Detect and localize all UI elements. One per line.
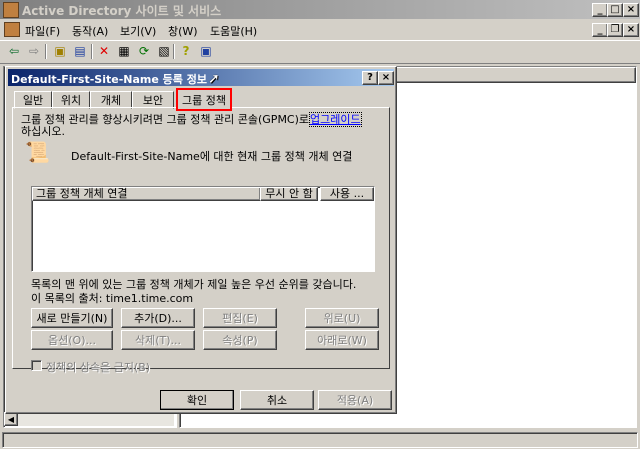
- forward-icon[interactable]: ⇨: [26, 43, 42, 59]
- back-icon[interactable]: ⇦: [6, 43, 22, 59]
- menu-window[interactable]: 창(W): [168, 23, 198, 39]
- show-tree-icon[interactable]: ▤: [72, 43, 88, 59]
- gpo-scroll-icon: 📜: [25, 140, 50, 164]
- toolbar-divider: [91, 44, 93, 59]
- close-button[interactable]: ×: [623, 3, 639, 17]
- new-button[interactable]: 새로 만들기(N): [31, 308, 113, 328]
- app-icon: [3, 2, 19, 18]
- edit-button[interactable]: 편집(E): [203, 308, 277, 328]
- cancel-button[interactable]: 취소: [240, 390, 314, 410]
- delete-icon[interactable]: ✕: [96, 43, 112, 59]
- menu-file[interactable]: 파일(F): [25, 23, 60, 39]
- gpmc-info-text: 그룹 정책 관리를 향상시키려면 그룹 정책 관리 콘솔(GPMC)로업그레이드…: [21, 112, 381, 138]
- main-title-bar: Active Directory 사이트 및 서비스 _ □ ×: [0, 0, 640, 19]
- child-minimize-button[interactable]: _: [592, 23, 608, 37]
- gpo-links-list[interactable]: 그룹 정책 개체 연결 무시 안 함 사용 ...: [31, 186, 375, 272]
- properties-icon[interactable]: ▦: [116, 43, 132, 59]
- block-inheritance-checkbox[interactable]: [31, 360, 42, 371]
- list-header-no-override[interactable]: 무시 안 함: [260, 187, 318, 201]
- menu-bar: 파일(F) 동작(A) 보기(V) 창(W) 도움말(H) _ ❐ ×: [0, 19, 640, 39]
- add-button[interactable]: 추가(D)...: [121, 308, 195, 328]
- export-icon[interactable]: ▧: [156, 43, 172, 59]
- status-bar: [2, 432, 638, 448]
- maximize-button[interactable]: □: [607, 3, 623, 17]
- menu-action[interactable]: 동작(A): [72, 23, 108, 39]
- menu-help[interactable]: 도움말(H): [210, 23, 257, 39]
- down-button[interactable]: 아래로(W): [305, 330, 379, 350]
- list-header-disabled[interactable]: 사용 ...: [320, 187, 374, 201]
- mdi-child-icon: [4, 22, 20, 37]
- gpo-links-heading: Default-First-Site-Name에 대한 현재 그룹 정책 개체 …: [71, 150, 353, 163]
- tab-panel: 그룹 정책 관리를 향상시키려면 그룹 정책 관리 콘솔(GPMC)로업그레이드…: [12, 107, 390, 374]
- toolbar-divider: [45, 44, 47, 59]
- tab-group-policy[interactable]: 그룹 정책: [176, 88, 232, 111]
- gpmc-upgrade-link[interactable]: 업그레이드: [309, 112, 362, 127]
- console-icon[interactable]: ▣: [198, 43, 214, 59]
- source-note: 이 목록의 출처: time1.time.com: [31, 292, 194, 305]
- child-close-button[interactable]: ×: [623, 23, 639, 37]
- child-restore-button[interactable]: ❐: [607, 23, 623, 37]
- block-inheritance-label: 정책의 상속을 금지(B): [46, 361, 151, 374]
- ok-button[interactable]: 확인: [160, 390, 234, 410]
- menu-view[interactable]: 보기(V): [120, 23, 156, 39]
- dialog-title-text: Default-First-Site-Name 등록 정보: [11, 73, 207, 86]
- mouse-cursor-icon: ➚: [208, 71, 220, 87]
- up-button[interactable]: 위로(U): [305, 308, 379, 328]
- properties-button[interactable]: 속성(P): [203, 330, 277, 350]
- refresh-icon[interactable]: ⟳: [136, 43, 152, 59]
- apply-button[interactable]: 적용(A): [318, 390, 392, 410]
- dialog-close-button[interactable]: ×: [378, 71, 394, 85]
- minimize-button[interactable]: _: [592, 3, 608, 17]
- main-title-text: Active Directory 사이트 및 서비스: [22, 4, 222, 18]
- tree-hscrollbar[interactable]: ◀: [4, 412, 174, 426]
- toolbar: ⇦ ⇨ ▣ ▤ ✕ ▦ ⟳ ▧ ? ▣: [0, 40, 640, 64]
- delete-button[interactable]: 삭제(T)...: [121, 330, 195, 350]
- properties-dialog: Default-First-Site-Name 등록 정보 ? × ➚ 일반 위…: [5, 66, 397, 414]
- dialog-help-button[interactable]: ?: [362, 71, 378, 85]
- scroll-left-arrow-icon[interactable]: ◀: [4, 412, 18, 426]
- list-header-name[interactable]: 그룹 정책 개체 연결: [32, 187, 261, 201]
- options-button[interactable]: 옵션(O)...: [31, 330, 113, 350]
- up-folder-icon[interactable]: ▣: [52, 43, 68, 59]
- gpmc-info-tail: 하십시오.: [21, 125, 65, 138]
- dialog-title-bar: Default-First-Site-Name 등록 정보 ? ×: [8, 69, 394, 86]
- help-icon[interactable]: ?: [178, 43, 194, 59]
- toolbar-divider: [173, 44, 175, 59]
